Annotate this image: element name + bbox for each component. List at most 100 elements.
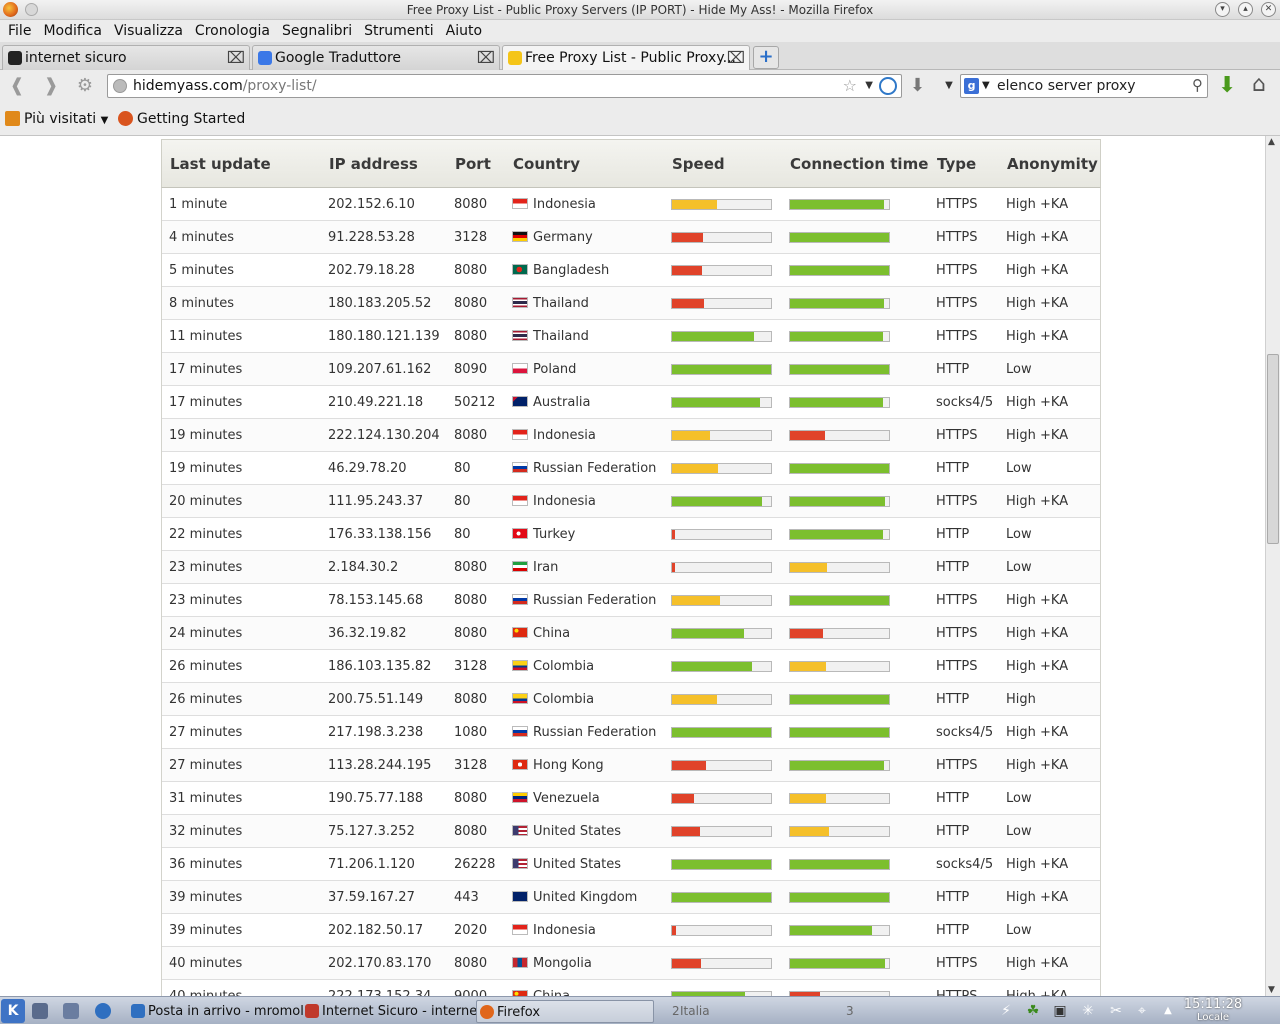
task-firefox[interactable]: Firefox xyxy=(476,1000,654,1023)
vertical-scrollbar[interactable]: ▲ ▼ xyxy=(1265,136,1280,996)
header-port[interactable]: Port xyxy=(455,140,491,189)
menu-file[interactable]: File xyxy=(0,20,37,42)
clock[interactable]: 15:11:28 Locale xyxy=(1182,997,1244,1023)
task-posta-in-arrivo[interactable]: Posta in arrivo - mromoli@... xyxy=(128,1000,303,1023)
tab-close-icon[interactable]: ⌧ xyxy=(477,46,495,70)
show-desktop-icon[interactable] xyxy=(32,1003,48,1019)
search-bar[interactable]: g ▼ ⚲ xyxy=(960,74,1208,98)
pager-desktop-3[interactable]: 3 xyxy=(846,1000,854,1023)
type-cell: HTTPS xyxy=(936,494,978,509)
taskbar: K Posta in arrivo - mromoli@... Internet… xyxy=(0,996,1280,1024)
tab-close-icon[interactable]: ⌧ xyxy=(227,46,245,70)
scroll-down-icon[interactable]: ▼ xyxy=(1268,985,1275,995)
task-internet-sicuro[interactable]: Internet Sicuro - internetsi... xyxy=(302,1000,477,1023)
table-row: 11 minutes 180.180.121.139 8080 Thailand HTT… xyxy=(162,320,1100,353)
connection-time-bar xyxy=(789,826,890,837)
navigation-toolbar: ❰ ❱ ⚙ hidemyass.com/proxy-list/ ☆ ▼ ⬇ ▼ … xyxy=(0,70,1280,102)
header-speed[interactable]: Speed xyxy=(672,140,725,189)
tab-internet-sicuro[interactable]: internet sicuro ⌧ xyxy=(2,45,250,70)
menu-aiuto[interactable]: Aiuto xyxy=(440,20,488,42)
downloads-dropdown-icon[interactable]: ▼ xyxy=(938,75,960,97)
connection-time-bar-fill xyxy=(790,530,884,539)
scrollbar-thumb[interactable] xyxy=(1267,354,1279,544)
tray-leaf-icon[interactable]: ☘ xyxy=(1025,1003,1041,1019)
tray-bluetooth-icon[interactable]: ✳ xyxy=(1080,1003,1096,1019)
port-cell: 3128 xyxy=(454,659,488,674)
header-type[interactable]: Type xyxy=(937,140,976,189)
last-update-cell: 26 minutes xyxy=(169,692,243,707)
tab-favicon-icon xyxy=(8,51,22,65)
reload-icon[interactable] xyxy=(879,77,897,95)
connection-time-bar-fill xyxy=(790,299,885,308)
bookmark-most-visited[interactable]: Più visitati ▼ xyxy=(5,102,108,138)
search-engine-dropdown-icon[interactable]: ▼ xyxy=(982,75,990,97)
search-engine-icon[interactable]: g xyxy=(964,78,979,94)
table-row: 19 minutes 46.29.78.20 80 Russian Federatio… xyxy=(162,452,1100,485)
scroll-up-icon[interactable]: ▲ xyxy=(1268,137,1275,147)
start-menu-button[interactable]: K xyxy=(1,999,25,1023)
tray-battery-icon[interactable]: ▣ xyxy=(1052,1003,1068,1019)
menu-segnalibri[interactable]: Segnalibri xyxy=(276,20,358,42)
search-icon[interactable]: ⚲ xyxy=(1192,76,1203,94)
port-cell: 1080 xyxy=(454,725,488,740)
header-connection-time[interactable]: Connection time xyxy=(790,140,928,189)
bookmark-star-icon[interactable]: ☆ xyxy=(843,75,857,97)
close-window-icon[interactable]: ✕ xyxy=(1261,2,1276,17)
connection-time-bar xyxy=(789,694,890,705)
connection-time-bar xyxy=(789,595,890,606)
country-cell: Mongolia xyxy=(512,947,592,980)
table-row: 27 minutes 113.28.244.195 3128 Hong Kong HTT… xyxy=(162,749,1100,782)
search-input[interactable] xyxy=(997,77,1182,95)
header-ip-address[interactable]: IP address xyxy=(329,140,418,189)
menu-strumenti[interactable]: Strumenti xyxy=(358,20,440,42)
header-country[interactable]: Country xyxy=(513,140,580,189)
country-name: Australia xyxy=(533,395,591,410)
connection-time-bar-fill xyxy=(790,497,886,506)
maximize-icon[interactable]: ▴ xyxy=(1238,2,1253,17)
speed-bar-fill xyxy=(672,530,675,539)
pager-desktop-1[interactable]: Italia xyxy=(680,1000,710,1023)
country-name: Poland xyxy=(533,362,577,377)
url-dropdown-icon[interactable]: ▼ xyxy=(865,75,873,97)
header-anonymity[interactable]: Anonymity xyxy=(1007,140,1098,189)
menu-cronologia[interactable]: Cronologia xyxy=(189,20,276,42)
minimize-icon[interactable]: ▾ xyxy=(1215,2,1230,17)
country-cell: Venezuela xyxy=(512,782,600,815)
tab-google-traduttore[interactable]: Google Traduttore ⌧ xyxy=(252,45,500,70)
tray-expand-icon[interactable]: ▲ xyxy=(1160,1003,1176,1019)
url-text[interactable]: hidemyass.com/proxy-list/ xyxy=(133,75,317,97)
forward-icon[interactable]: ❱ xyxy=(40,75,62,97)
browser-launcher-icon[interactable] xyxy=(95,1003,111,1019)
connection-time-bar-fill xyxy=(790,563,827,572)
window-menu-icon[interactable] xyxy=(25,3,38,16)
connection-time-bar xyxy=(789,859,890,870)
country-flag-icon xyxy=(512,264,528,275)
port-cell: 80 xyxy=(454,461,471,476)
tray-tools-icon[interactable]: ✂ xyxy=(1108,1003,1124,1019)
speed-bar-fill xyxy=(672,398,761,407)
pager-desktop-2[interactable]: 2 xyxy=(672,1000,680,1023)
tab-free-proxy-list[interactable]: Free Proxy List - Public Proxy... ⌧ xyxy=(502,45,750,71)
back-icon[interactable]: ❰ xyxy=(6,75,28,97)
country-name: Russian Federation xyxy=(533,725,657,740)
header-last-update[interactable]: Last update xyxy=(170,140,271,189)
tab-close-icon[interactable]: ⌧ xyxy=(727,46,745,70)
tray-network-icon[interactable]: ⚡ xyxy=(998,1003,1014,1019)
menu-bar: File Modifica Visualizza Cronologia Segnalib… xyxy=(0,20,1280,42)
blocked-download-icon[interactable]: ⬇ xyxy=(910,75,925,96)
firefox-icon[interactable] xyxy=(3,2,18,17)
url-bar[interactable]: hidemyass.com/proxy-list/ ☆ ▼ xyxy=(107,74,902,98)
port-cell: 8080 xyxy=(454,593,488,608)
bookmark-getting-started[interactable]: Getting Started xyxy=(118,102,245,136)
menu-visualizza[interactable]: Visualizza xyxy=(108,20,189,42)
new-tab-button[interactable]: + xyxy=(753,46,779,69)
tray-wifi-icon[interactable]: ⌖ xyxy=(1134,1003,1150,1019)
home-icon[interactable]: ⌂ xyxy=(1252,74,1266,96)
file-manager-icon[interactable] xyxy=(63,1003,79,1019)
country-cell: Hong Kong xyxy=(512,749,604,782)
menu-modifica[interactable]: Modifica xyxy=(37,20,108,42)
download-arrow-icon[interactable]: ⬇ xyxy=(1218,75,1236,97)
anonymity-cell: High +KA xyxy=(1006,890,1069,905)
site-identity-icon[interactable] xyxy=(113,79,127,93)
tools-icon[interactable]: ⚙ xyxy=(74,75,96,97)
